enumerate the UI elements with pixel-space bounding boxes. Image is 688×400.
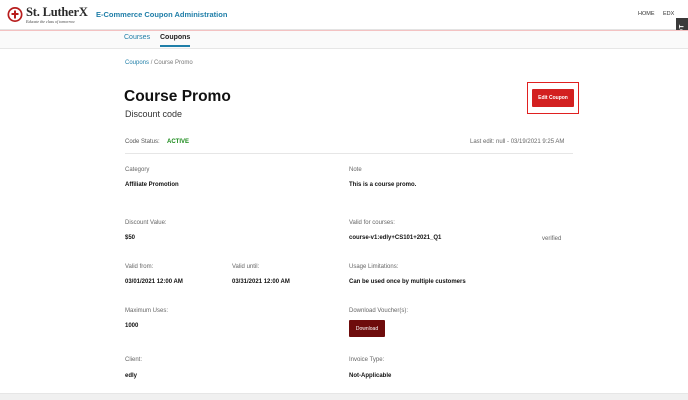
breadcrumb-current: Course Promo (154, 60, 193, 66)
tab-courses[interactable]: Courses (124, 34, 150, 45)
breadcrumb-coupons-link[interactable]: Coupons (125, 60, 149, 66)
course-seat-type: verified (542, 236, 562, 242)
section-divider (125, 153, 573, 154)
category-value: Affiliate Promotion (125, 182, 179, 188)
nav-home-link[interactable]: HOME (638, 11, 655, 17)
page-title: Course Promo (124, 88, 231, 105)
usage-limitations-label: Usage Limitations: (349, 264, 399, 270)
client-value: edly (125, 373, 138, 379)
category-label: Category (125, 167, 150, 173)
valid-until-label: Valid until: (232, 264, 260, 270)
edit-coupon-button[interactable]: Edit Coupon (532, 89, 574, 107)
valid-course-id: course-v1:edly+CS101+2021_Q1 (349, 235, 442, 241)
breadcrumb-separator: / (150, 60, 153, 66)
valid-from-value: 03/01/2021 12:00 AM (125, 279, 183, 285)
code-status-badge: ACTIVE (167, 139, 190, 145)
breadcrumb: Coupons / Course Promo (125, 60, 193, 66)
code-status-label: Code Status: (125, 139, 160, 145)
seal-icon (7, 7, 23, 22)
top-header: St. LutherX Educate the class of tomorro… (0, 0, 688, 45)
site-logo[interactable]: St. LutherX Educate the class of tomorro… (7, 5, 91, 26)
download-vouchers-label: Download Voucher(s): (349, 308, 409, 314)
valid-until-value: 03/31/2021 12:00 AM (232, 279, 290, 285)
tab-coupons[interactable]: Coupons (160, 34, 191, 47)
download-vouchers-button[interactable]: Download (349, 320, 385, 337)
valid-from-label: Valid from: (125, 264, 154, 270)
maximum-uses-label: Maximum Uses: (125, 308, 169, 314)
maximum-uses-value: 1000 (125, 323, 139, 329)
discount-value: $50 (125, 235, 136, 241)
nav-edx-link[interactable]: EDX (663, 11, 674, 17)
logo-tagline: Educate the class of tomorrow (26, 19, 75, 24)
page-subtitle: Discount code (125, 109, 183, 119)
invoice-type-value: Not-Applicable (349, 373, 392, 379)
last-edit-info: Last edit: null - 03/19/2021 9:25 AM (470, 139, 565, 145)
client-label: Client: (125, 357, 143, 363)
valid-courses-label: Valid for courses: (349, 220, 395, 226)
note-value: This is a course promo. (349, 182, 417, 188)
invoice-type-label: Invoice Type: (349, 357, 385, 363)
discount-value-label: Discount Value: (125, 220, 167, 226)
sub-navigation: Courses Coupons (0, 31, 688, 49)
note-label: Note (349, 167, 362, 173)
logo-name: St. LutherX (26, 5, 88, 19)
usage-limitations-value: Can be used once by multiple customers (349, 279, 466, 285)
app-title: E-Commerce Coupon Administration (96, 10, 228, 19)
bottom-scroll-bar[interactable] (0, 393, 688, 400)
